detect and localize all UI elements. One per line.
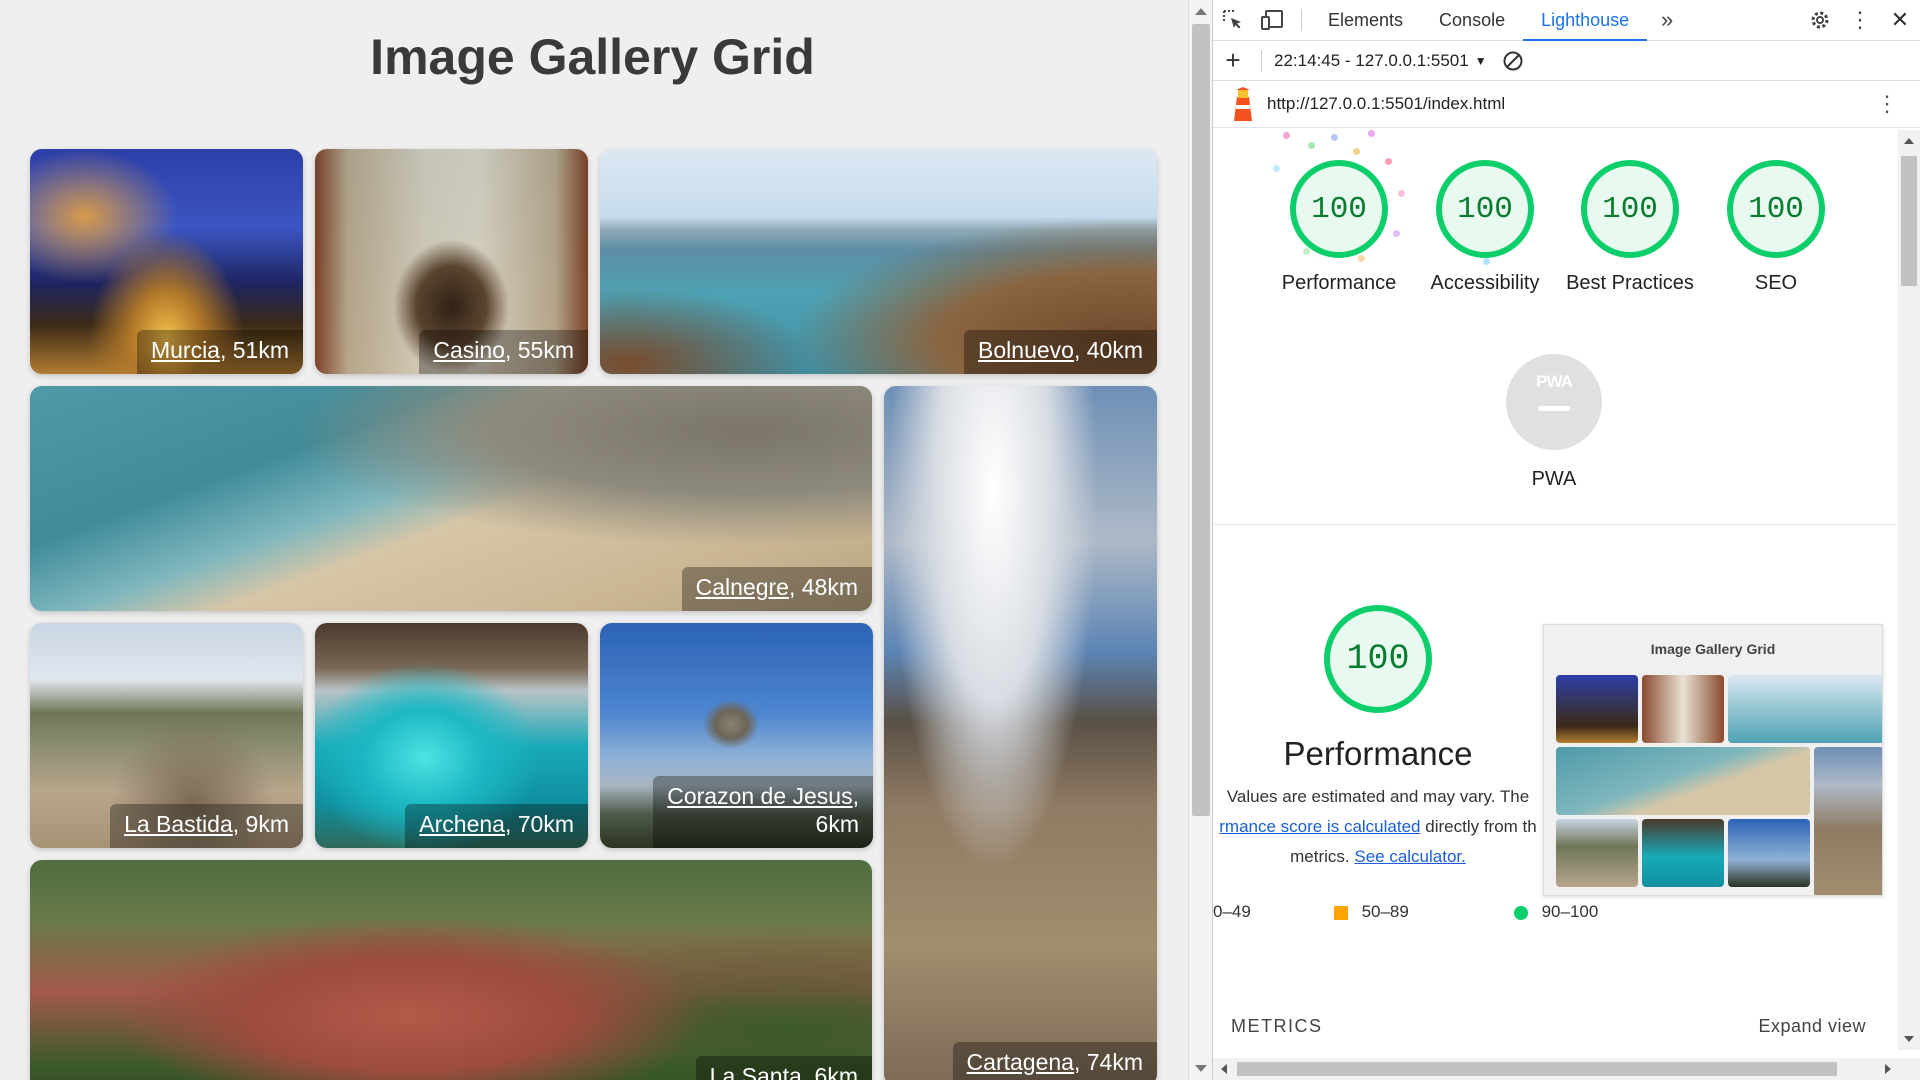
devtools-panel: Elements Console Lighthouse » ⋮ ✕ + 22:1…: [1212, 0, 1920, 1080]
report-selector[interactable]: 22:14:45 - 127.0.0.1:5501: [1274, 51, 1469, 71]
more-tabs-chevron-icon[interactable]: »: [1647, 0, 1687, 40]
scrollbar-thumb[interactable]: [1237, 1062, 1837, 1076]
performance-title: Performance: [1283, 735, 1473, 772]
lighthouse-logo-icon: [1231, 87, 1255, 121]
scrollbar-thumb[interactable]: [1901, 156, 1917, 286]
settings-gear-icon[interactable]: [1800, 0, 1840, 40]
performance-gauge-large: 100: [1324, 605, 1432, 713]
score-legend: 0–49 50–89 90–100: [1213, 902, 1598, 922]
place-link[interactable]: Bolnuevo: [978, 337, 1074, 363]
inspect-element-icon[interactable]: [1213, 0, 1253, 40]
legend-fail-range: 0–49: [1213, 902, 1251, 921]
caption: Bolnuevo, 40km: [964, 330, 1157, 374]
new-report-plus-icon[interactable]: +: [1213, 41, 1253, 81]
score-label-seo: SEO: [1754, 272, 1798, 294]
scroll-up-arrow-icon[interactable]: [1195, 8, 1207, 15]
gallery-tile-corazon-de-jesus[interactable]: Corazon de Jesus, 6km: [600, 623, 873, 848]
tab-console[interactable]: Console: [1421, 0, 1523, 41]
score-calculated-link[interactable]: rmance score is calculated: [1219, 817, 1420, 836]
caption: Corazon de Jesus, 6km: [653, 776, 873, 848]
gallery-tile-bolnuevo[interactable]: Bolnuevo, 40km: [600, 149, 1157, 374]
thumbnail-title: Image Gallery Grid: [1650, 641, 1776, 657]
score-gauge-performance[interactable]: 100: [1290, 160, 1388, 258]
scrollbar-thumb[interactable]: [1192, 24, 1210, 816]
page-title: Image Gallery Grid: [370, 29, 815, 85]
scroll-right-arrow-icon[interactable]: [1885, 1064, 1891, 1074]
page-scrollbar[interactable]: [1188, 0, 1212, 1080]
place-link[interactable]: Corazon de Jesus: [667, 783, 852, 809]
scroll-left-arrow-icon[interactable]: [1221, 1064, 1227, 1074]
legend-average-square-icon: [1333, 905, 1348, 920]
more-options-icon[interactable]: ⋮: [1840, 0, 1880, 40]
chevron-down-icon[interactable]: ▼: [1475, 54, 1487, 68]
gallery-tile-cartagena[interactable]: Cartagena, 74km: [884, 386, 1157, 1080]
close-devtools-icon[interactable]: ✕: [1880, 0, 1920, 40]
caption: Archena, 70km: [405, 804, 588, 848]
performance-description: Values are estimated and may vary. The r…: [1219, 787, 1537, 866]
scroll-down-arrow-icon[interactable]: [1195, 1065, 1207, 1072]
score-label-accessibility: Accessibility: [1430, 272, 1540, 294]
lighthouse-report: 100 Performance 100 Accessibility 100 Be…: [1213, 130, 1896, 1060]
score-gauge-best-practices[interactable]: 100: [1581, 160, 1679, 258]
caption: Murcia, 51km: [136, 330, 303, 374]
score-gauge-seo[interactable]: 100: [1727, 160, 1825, 258]
clear-all-icon[interactable]: [1493, 41, 1533, 81]
legend-pass-circle-icon: [1513, 905, 1528, 920]
legend-average-range: 50–89: [1361, 902, 1409, 921]
scroll-up-arrow-icon[interactable]: [1904, 138, 1914, 144]
caption: Calnegre, 48km: [681, 567, 872, 611]
gallery-tile-la-santa[interactable]: La Santa, 6km: [30, 860, 872, 1080]
tab-lighthouse[interactable]: Lighthouse: [1523, 0, 1648, 41]
tab-elements[interactable]: Elements: [1310, 0, 1421, 41]
pwa-label: PWA: [1531, 468, 1577, 490]
see-calculator-link[interactable]: See calculator.: [1354, 847, 1466, 866]
gallery-tile-murcia[interactable]: Murcia, 51km: [30, 149, 303, 374]
gallery-tile-archena[interactable]: Archena, 70km: [315, 623, 588, 848]
audited-url: http://127.0.0.1:5501/index.html: [1267, 94, 1506, 113]
caption: La Santa, 6km: [695, 1056, 872, 1080]
report-vertical-scrollbar[interactable]: [1898, 130, 1920, 1050]
url-menu-icon[interactable]: ⋮: [1876, 91, 1898, 117]
place-link[interactable]: Archena: [419, 811, 505, 837]
pwa-badge[interactable]: PWA: [1506, 354, 1602, 450]
score-gauge-accessibility[interactable]: 100: [1436, 160, 1534, 258]
place-link[interactable]: Cartagena: [967, 1049, 1074, 1075]
gallery-tile-casino[interactable]: Casino, 55km: [315, 149, 588, 374]
section-divider: [1213, 524, 1896, 525]
photo-la-santa-monastery: [30, 860, 872, 1080]
place-link[interactable]: La Bastida: [124, 811, 233, 837]
gallery-page: Image Gallery Grid Murcia, 51km Casino, …: [0, 0, 1190, 1080]
caption: Cartagena, 74km: [952, 1042, 1157, 1080]
device-toolbar-icon[interactable]: [1253, 0, 1293, 40]
caption: Casino, 55km: [419, 330, 588, 374]
devtools-tab-bar: Elements Console Lighthouse » ⋮ ✕: [1213, 0, 1920, 41]
metrics-header: METRICS: [1231, 1016, 1323, 1036]
pwa-dash-icon: [1538, 406, 1570, 411]
place-link[interactable]: Casino: [433, 337, 505, 363]
place-link[interactable]: La Santa: [710, 1063, 802, 1080]
pwa-badge-text: PWA: [1536, 372, 1573, 391]
gallery-tile-calnegre[interactable]: Calnegre, 48km: [30, 386, 872, 611]
place-link[interactable]: Murcia: [151, 337, 220, 363]
photo-cartagena-theatre: [884, 386, 1157, 1080]
legend-pass-range: 90–100: [1541, 902, 1599, 921]
score-label-best-practices: Best Practices: [1566, 272, 1694, 294]
scroll-down-arrow-icon[interactable]: [1904, 1036, 1914, 1042]
report-horizontal-scrollbar[interactable]: [1213, 1058, 1920, 1080]
lighthouse-toolbar: + 22:14:45 - 127.0.0.1:5501 ▼: [1213, 41, 1920, 81]
score-label-performance: Performance: [1281, 272, 1397, 294]
place-link[interactable]: Calnegre: [696, 574, 789, 600]
gallery-tile-la-bastida[interactable]: La Bastida, 9km: [30, 623, 303, 848]
expand-view-toggle[interactable]: Expand view: [1758, 1016, 1866, 1037]
page-screenshot-thumbnail[interactable]: Image Gallery Grid: [1543, 624, 1883, 896]
caption: La Bastida, 9km: [110, 804, 303, 848]
report-url-bar: http://127.0.0.1:5501/index.html ⋮: [1213, 81, 1920, 128]
